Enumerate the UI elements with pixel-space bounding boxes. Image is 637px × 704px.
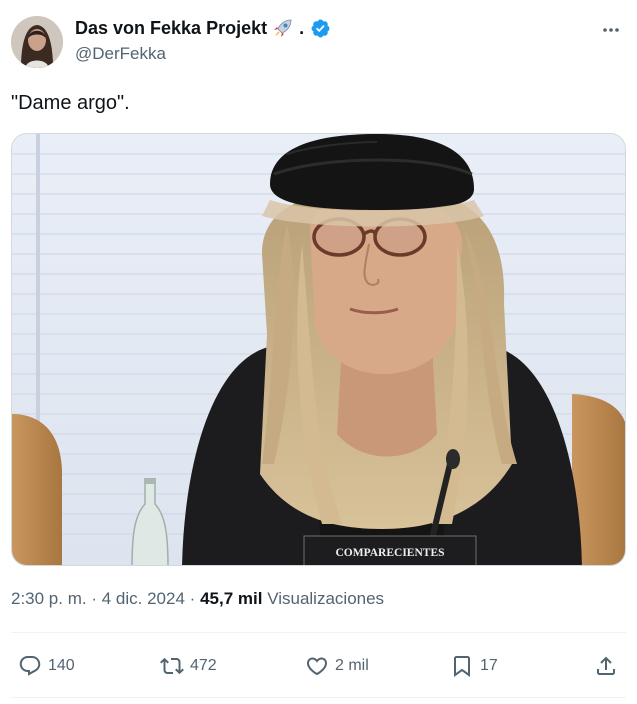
- tweet-text: "Dame argo".: [11, 92, 130, 114]
- reply-button[interactable]: 140: [18, 648, 75, 684]
- bookmark-button[interactable]: 17: [450, 648, 498, 684]
- reply-count: 140: [48, 657, 75, 674]
- meta-separator-2: ·: [189, 589, 196, 608]
- author-display-name[interactable]: Das von Fekka Projekt: [75, 18, 267, 39]
- views-count: 45,7 mil: [200, 589, 263, 608]
- views-label: Visualizaciones: [267, 589, 385, 608]
- bookmark-icon: [454, 656, 470, 677]
- tweet-meta: 2:30 p. m. · 4 dic. 2024 · 45,7 mil Visu…: [11, 589, 384, 609]
- heart-icon: [306, 657, 328, 676]
- author-name-suffix: .: [299, 17, 305, 38]
- avatar-photo: [11, 16, 63, 68]
- photo-woman-with-fur-hat: COMPARECIENTES: [12, 134, 625, 565]
- tweet: Das von Fekka Projekt . @DerFekka "Dame …: [0, 0, 637, 704]
- repost-count: 472: [190, 657, 217, 674]
- avatar[interactable]: [11, 16, 63, 68]
- reply-icon: [19, 656, 41, 676]
- more-dots-icon: [603, 28, 619, 32]
- like-button[interactable]: 2 mil: [305, 648, 369, 684]
- repost-icon: [160, 657, 184, 675]
- like-count: 2 mil: [335, 657, 369, 674]
- bookmark-count: 17: [480, 657, 498, 674]
- more-options-button[interactable]: [597, 16, 625, 44]
- share-icon: [597, 656, 615, 675]
- verified-badge-icon[interactable]: [310, 18, 331, 39]
- share-button[interactable]: [594, 648, 618, 684]
- tweet-time[interactable]: 2:30 p. m.: [11, 589, 87, 608]
- tweet-media-image[interactable]: COMPARECIENTES: [11, 133, 626, 566]
- author-name-row[interactable]: Das von Fekka Projekt .: [75, 16, 331, 40]
- repost-button[interactable]: 472: [160, 648, 217, 684]
- rocket-icon: [271, 16, 295, 40]
- meta-separator: ·: [91, 589, 98, 608]
- author-handle[interactable]: @DerFekka: [75, 44, 166, 64]
- divider-top: [11, 632, 626, 633]
- tweet-actions-bar: 140 472 2 mil 17: [0, 648, 637, 684]
- tweet-date[interactable]: 4 dic. 2024: [102, 589, 185, 608]
- divider-bottom: [11, 697, 626, 698]
- nameplate-text: COMPARECIENTES: [335, 547, 444, 559]
